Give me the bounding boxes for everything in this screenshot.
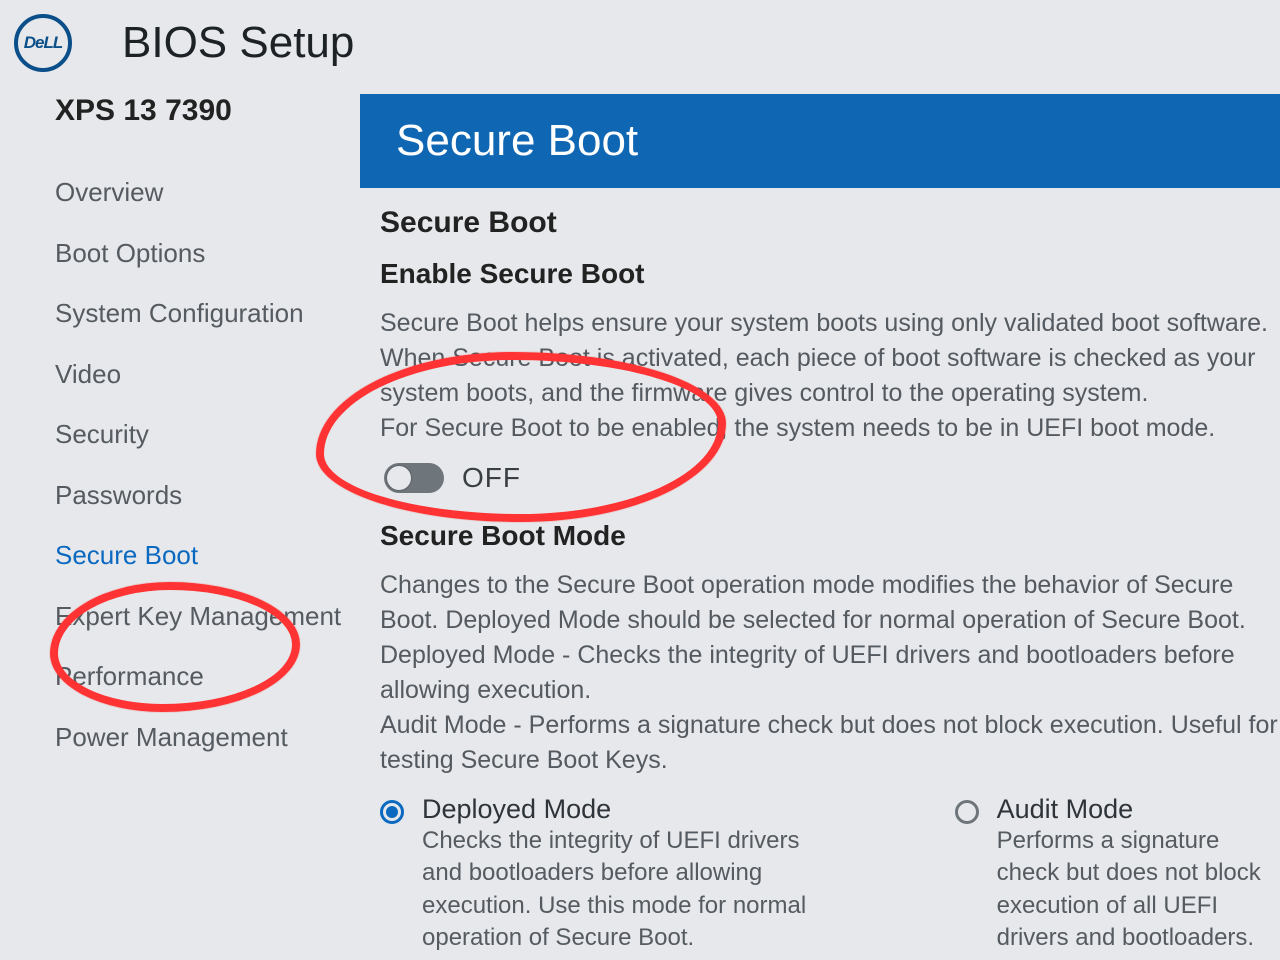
secure-boot-mode-options: Deployed Mode Checks the integrity of UE…	[380, 794, 1280, 955]
sidebar-item-system-configuration[interactable]: System Configuration	[55, 283, 360, 344]
secure-boot-toggle[interactable]	[384, 463, 444, 493]
main-content: Secure Boot Secure Boot Enable Secure Bo…	[360, 94, 1280, 960]
dell-logo: DeLL	[14, 14, 72, 72]
subheading-enable-secure-boot: Enable Secure Boot	[380, 258, 1280, 290]
toggle-knob-icon	[387, 466, 411, 490]
radio-option-audit-mode[interactable]: Audit Mode Performs a signature check bu…	[955, 794, 1280, 955]
radio-label: Deployed Mode	[422, 794, 835, 825]
sidebar: XPS 13 7390 Overview Boot Options System…	[0, 94, 360, 960]
sidebar-item-boot-options[interactable]: Boot Options	[55, 223, 360, 284]
radio-icon	[380, 800, 404, 824]
radio-description: Performs a signature check but does not …	[997, 825, 1280, 955]
model-name: XPS 13 7390	[55, 94, 360, 128]
secure-boot-toggle-row: OFF	[384, 462, 1280, 494]
secure-boot-mode-description: Changes to the Secure Boot operation mod…	[380, 568, 1280, 778]
section-heading-secure-boot-mode: Secure Boot Mode	[380, 520, 1280, 552]
sidebar-item-secure-boot[interactable]: Secure Boot	[55, 525, 360, 586]
sidebar-item-power-management[interactable]: Power Management	[55, 707, 360, 768]
sidebar-item-performance[interactable]: Performance	[55, 646, 360, 707]
sidebar-item-security[interactable]: Security	[55, 404, 360, 465]
radio-label: Audit Mode	[997, 794, 1280, 825]
sidebar-item-video[interactable]: Video	[55, 344, 360, 405]
app-header: DeLL BIOS Setup	[0, 0, 1280, 94]
page-title: Secure Boot	[360, 94, 1280, 188]
radio-option-deployed-mode[interactable]: Deployed Mode Checks the integrity of UE…	[380, 794, 835, 955]
secure-boot-toggle-state: OFF	[462, 462, 521, 494]
section-heading-secure-boot: Secure Boot	[380, 206, 1280, 240]
sidebar-item-passwords[interactable]: Passwords	[55, 465, 360, 526]
sidebar-item-overview[interactable]: Overview	[55, 162, 360, 223]
radio-description: Checks the integrity of UEFI drivers and…	[422, 825, 835, 955]
app-title: BIOS Setup	[122, 18, 354, 68]
radio-icon	[955, 800, 979, 824]
sidebar-item-expert-key-management[interactable]: Expert Key Management	[55, 586, 360, 647]
secure-boot-description: Secure Boot helps ensure your system boo…	[380, 306, 1280, 446]
